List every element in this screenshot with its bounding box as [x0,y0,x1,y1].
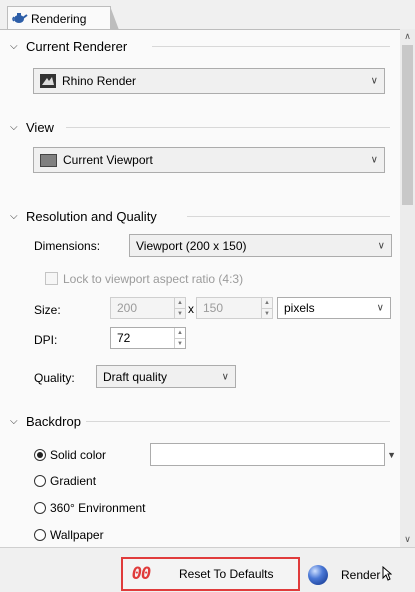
section-title: Backdrop [26,413,81,429]
radio-label: 360° Environment [50,501,146,515]
dimensions-label: Dimensions: [34,239,101,253]
divider [66,127,390,128]
reset-icon: 00 [131,564,151,584]
render-label: Render [341,568,381,582]
dimensions-dropdown[interactable]: Viewport (200 x 150) ∨ [129,234,392,257]
dpi-spinbox[interactable]: 72 ▲ ▼ [110,327,186,349]
scroll-thumb[interactable] [402,45,413,205]
radio-label: Gradient [50,474,97,488]
radio-360-environment[interactable]: 360° Environment [34,501,146,515]
dpi-spin-buttons[interactable]: ▲ ▼ [174,328,185,348]
units-dropdown[interactable]: pixels ∨ [277,297,391,319]
quality-dropdown[interactable]: Draft quality ∨ [96,365,236,388]
quality-label: Quality: [34,371,75,385]
lock-aspect-label: Lock to viewport aspect ratio (4:3) [63,272,244,286]
chevron-down-icon: ⌵ [10,210,18,222]
width-spinbox[interactable]: 200 ▲ ▼ [110,297,186,319]
section-backdrop[interactable]: ⌵ Backdrop [10,410,81,432]
reset-to-defaults-button[interactable]: 00 Reset To Defaults [121,557,300,591]
section-current-renderer[interactable]: ⌵ Current Renderer [10,35,127,57]
size-label: Size: [34,303,61,317]
section-resolution-quality[interactable]: ⌵ Resolution and Quality [10,205,157,227]
lock-aspect-checkbox[interactable] [45,272,58,285]
section-title: Resolution and Quality [26,208,157,224]
radio-solid-color[interactable]: Solid color [34,448,106,462]
radio-dot-selected [34,449,46,461]
radio-gradient[interactable]: Gradient [34,474,96,488]
viewport-icon [40,153,57,167]
height-value: 150 [203,301,224,315]
teapot-icon [12,10,28,27]
width-spin-buttons[interactable]: ▲ ▼ [174,298,185,318]
divider [86,421,390,422]
radio-label: Solid color [50,448,107,462]
tab-bar: Rendering [0,0,415,30]
caret-down-icon: ▼ [387,449,396,460]
height-spinbox[interactable]: 150 ▲ ▼ [196,297,273,319]
view-dropdown[interactable]: Current Viewport ∨ [33,147,385,173]
radio-dot [34,502,46,514]
radio-wallpaper[interactable]: Wallpaper [34,528,104,542]
tab-rendering[interactable]: Rendering [7,6,119,30]
chevron-down-icon: ⌵ [10,121,18,133]
renderer-value: Rhino Render [62,74,137,88]
radio-dot [34,475,46,487]
render-button[interactable]: Render [302,559,415,591]
chevron-down-icon: ∨ [221,371,229,382]
vertical-scrollbar[interactable]: ∧ ∨ [400,29,415,547]
divider [152,46,390,47]
section-title: View [26,119,54,135]
renderer-dropdown[interactable]: Rhino Render ∨ [33,68,385,94]
reset-label: Reset To Defaults [179,567,274,581]
width-value: 200 [117,301,138,315]
chevron-down-icon: ∨ [370,154,378,166]
chevron-down-icon: ∨ [376,302,384,314]
dpi-label: DPI: [34,333,58,347]
height-spin-buttons[interactable]: ▲ ▼ [261,298,272,318]
cursor-icon [382,565,393,584]
tab-label: Rendering [31,11,87,26]
view-value: Current Viewport [63,153,153,167]
scroll-down-icon[interactable]: ∨ [400,532,415,547]
render-sphere-icon [308,565,328,585]
chevron-down-icon: ∨ [377,240,385,251]
settings-panel: ⌵ Current Renderer Rhino Render ∨ ⌵ View… [0,29,400,547]
footer-bar: 00 Reset To Defaults Render [0,547,415,592]
solid-color-picker[interactable]: ▼ [150,443,396,466]
dpi-value: 72 [117,331,131,345]
section-title: Current Renderer [26,38,128,54]
section-view[interactable]: ⌵ View [10,116,54,138]
size-separator: x [188,302,194,316]
dimensions-value: Viewport (200 x 150) [136,238,247,253]
scroll-up-icon[interactable]: ∧ [400,29,415,44]
rhino-render-icon [40,74,56,88]
radio-dot [34,529,46,541]
chevron-down-icon: ∨ [370,75,378,87]
units-value: pixels [284,301,315,315]
quality-value: Draft quality [103,369,168,384]
chevron-down-icon: ⌵ [10,40,18,52]
divider [187,216,390,217]
radio-label: Wallpaper [50,528,104,542]
chevron-down-icon: ⌵ [10,415,18,427]
